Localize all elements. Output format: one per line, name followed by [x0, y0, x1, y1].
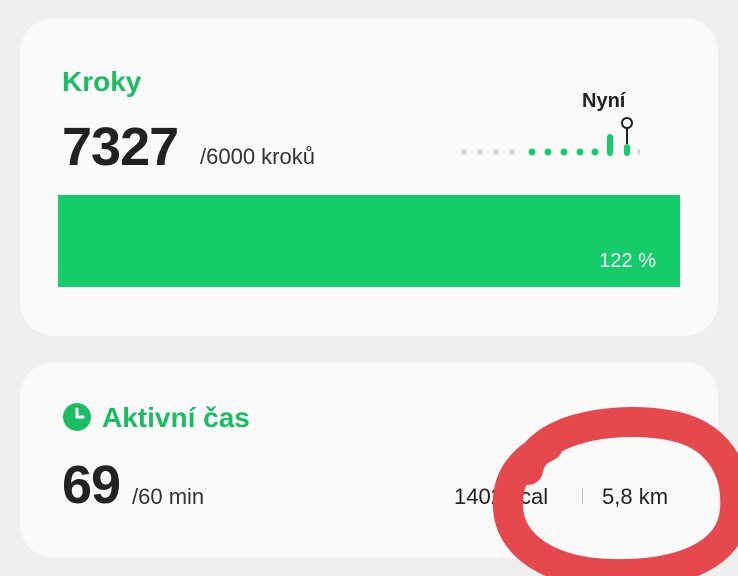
steps-progress-label: 122 % — [599, 250, 656, 272]
divider — [582, 489, 583, 503]
steps-progress-fill — [58, 195, 680, 287]
active-time-value: 69 — [62, 455, 121, 515]
steps-title: Kroky — [62, 66, 142, 97]
active-time-card[interactable]: Aktivní čas 69 /60 min 1402 kcal 5,8 km — [20, 362, 718, 558]
steps-value: 7327 — [62, 117, 179, 177]
timeline-dot — [461, 149, 467, 155]
calories-value: 1402 kcal — [454, 484, 549, 509]
timeline-dot — [576, 148, 584, 156]
timeline-dot — [544, 148, 552, 156]
clock-icon — [63, 403, 91, 431]
now-label: Nyní — [582, 90, 626, 112]
distance-value: 5,8 km — [602, 484, 669, 509]
now-marker-icon — [621, 117, 633, 129]
timeline-dot — [509, 149, 515, 155]
timeline-dot — [493, 149, 499, 155]
active-time-title: Aktivní čas — [102, 402, 250, 433]
timeline-bar — [607, 134, 613, 156]
steps-progress-bar: 122 % — [58, 195, 680, 287]
steps-goal: /6000 kroků — [200, 144, 315, 169]
timeline-dot — [591, 148, 599, 156]
timeline-dot — [528, 148, 536, 156]
steps-card[interactable]: Kroky 7327 /6000 kroků Nyní 122 % — [20, 18, 718, 336]
timeline-dot — [637, 149, 640, 155]
steps-timeline-chart — [461, 117, 640, 156]
active-time-goal: /60 min — [132, 484, 205, 509]
timeline-dot — [477, 149, 483, 155]
timeline-bar — [624, 144, 630, 156]
timeline-dot — [560, 148, 568, 156]
